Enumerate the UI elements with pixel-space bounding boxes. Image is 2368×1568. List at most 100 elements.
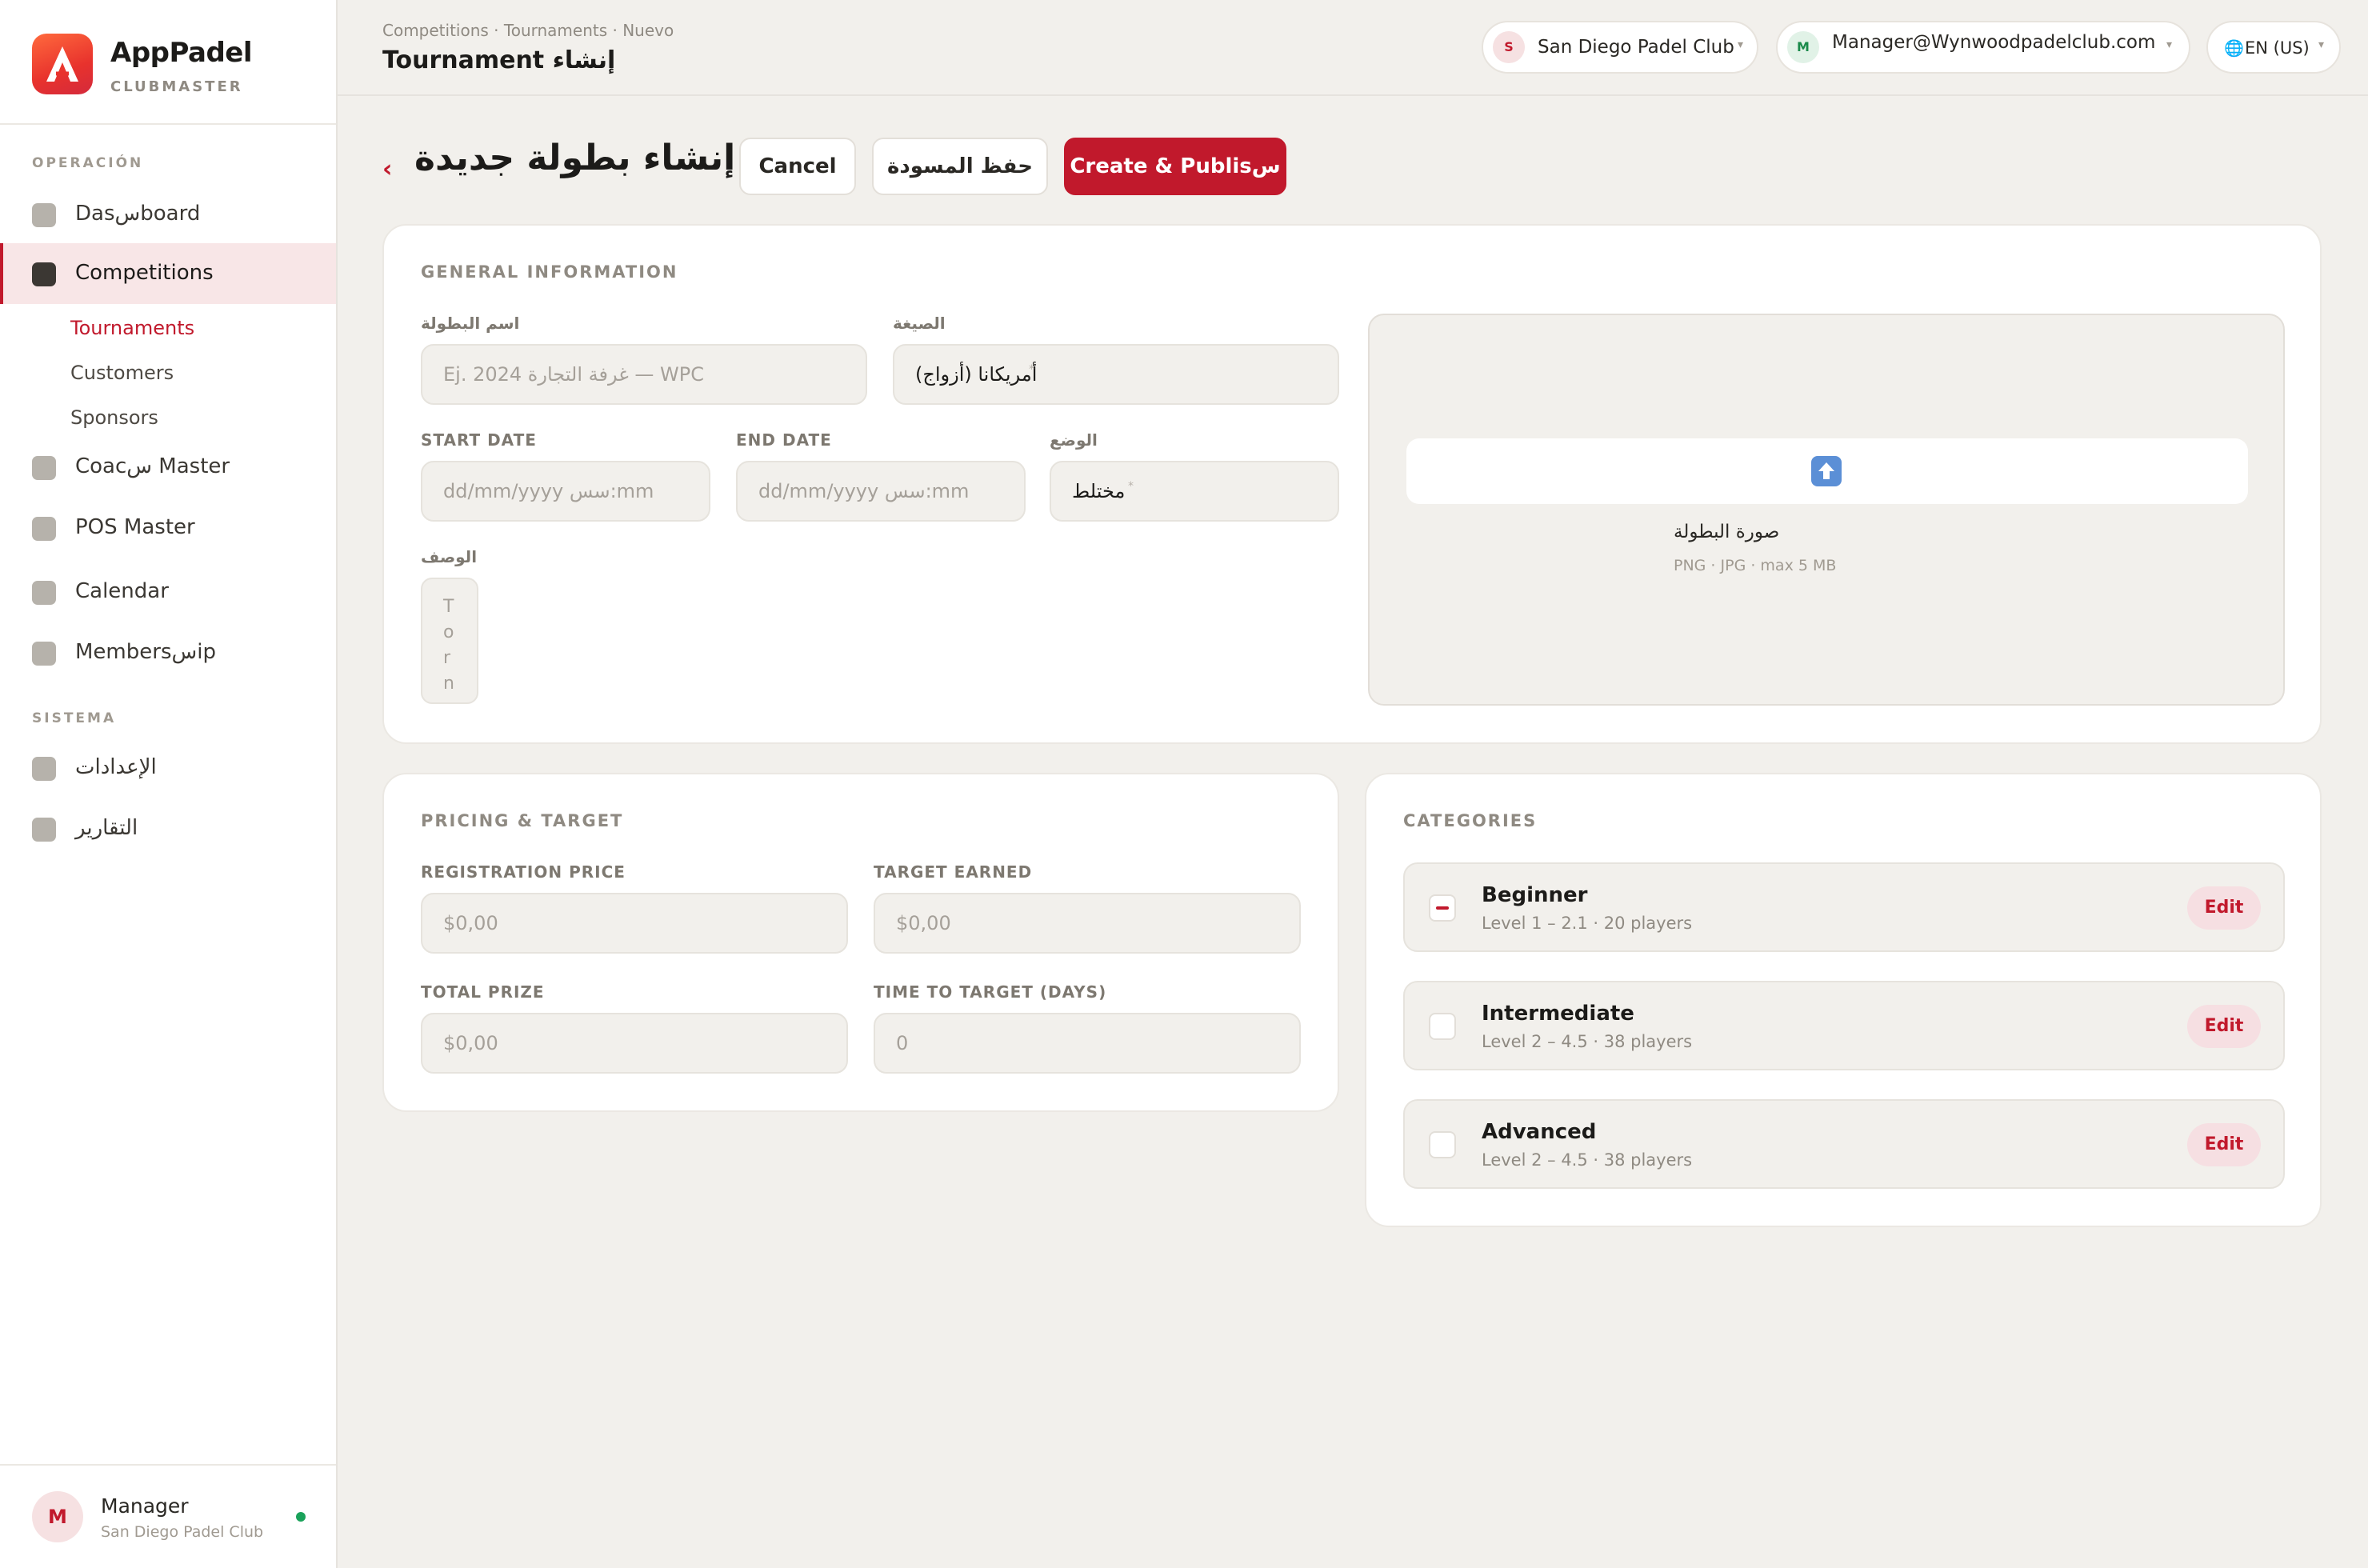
description-char: o bbox=[443, 622, 454, 642]
sidebar-item-settings[interactable]: الإعدادات bbox=[0, 738, 336, 798]
category-row-intermediate: Intermediate Level 2 – 4.5 · 38 players … bbox=[1403, 981, 2285, 1070]
category-checkbox[interactable] bbox=[1429, 1131, 1456, 1158]
category-row-beginner: Beginner Level 1 – 2.1 · 20 players Edit bbox=[1403, 862, 2285, 952]
description-textarea[interactable]: T o r n bbox=[421, 578, 478, 704]
registration-price-placeholder: $0,00 bbox=[443, 912, 498, 934]
user-club: San Diego Padel Club bbox=[101, 1523, 264, 1541]
online-status-icon bbox=[296, 1512, 306, 1522]
brand: AppPadel CLUBMASTER bbox=[0, 0, 336, 125]
sidebar-item-label: POS Master bbox=[75, 515, 195, 539]
sidebar-item-pos-master[interactable]: POS Master bbox=[0, 498, 336, 558]
target-earned-label: TARGET EARNED bbox=[874, 862, 1033, 882]
upload-title: صورة البطولة bbox=[1674, 522, 1780, 542]
category-meta: Level 1 – 2.1 · 20 players bbox=[1482, 914, 1693, 933]
upload-bar[interactable] bbox=[1406, 438, 2248, 504]
target-earned-input[interactable]: $0,00 bbox=[874, 893, 1301, 954]
section-label-operation: OPERACIÓN bbox=[32, 155, 144, 171]
category-meta: Level 2 – 4.5 · 38 players bbox=[1482, 1032, 1693, 1051]
categories-title: CATEGORIES bbox=[1403, 811, 1538, 830]
club-name: San Diego Padel Club bbox=[1538, 37, 1734, 58]
sidebar-item-label: Coacس Master bbox=[75, 454, 230, 478]
category-name: Advanced bbox=[1482, 1120, 1597, 1144]
sidebar-item-label: Competitions bbox=[75, 261, 214, 285]
club-selector[interactable]: S San Diego Padel Club ▾ bbox=[1482, 21, 1758, 74]
section-label-system: SISTEMA bbox=[32, 710, 117, 726]
tournament-name-input[interactable]: Ej. 2024 غرفة التجارة — WPC bbox=[421, 344, 867, 405]
account-avatar: M bbox=[1787, 31, 1819, 63]
apppadel-logo-icon[interactable] bbox=[32, 34, 93, 94]
settings-icon bbox=[32, 757, 56, 781]
breadcrumb: Competitions · Tournaments · Nuevo bbox=[382, 21, 674, 40]
category-row-advanced: Advanced Level 2 – 4.5 · 38 players Edit bbox=[1403, 1099, 2285, 1189]
sidebar-item-coach-master[interactable]: Coacس Master bbox=[0, 437, 336, 498]
sidebar: AppPadel CLUBMASTER OPERACIÓN Dasسboard … bbox=[0, 0, 338, 1568]
edit-category-button[interactable]: Edit bbox=[2187, 1005, 2261, 1048]
required-mark-icon: * bbox=[1128, 480, 1134, 493]
time-to-target-input[interactable]: 0 bbox=[874, 1013, 1301, 1074]
description-char: T bbox=[443, 597, 454, 617]
description-char: n bbox=[443, 674, 454, 694]
account-email: Manager@Wynwoodpadelclub.com bbox=[1832, 32, 2156, 53]
time-to-target-placeholder: 0 bbox=[896, 1032, 909, 1054]
sidebar-item-label: الإعدادات bbox=[75, 755, 157, 779]
coach-master-icon bbox=[32, 456, 56, 480]
end-date-placeholder: dd/mm/yyyy سس:mm bbox=[758, 480, 970, 502]
format-select[interactable]: أمريكانا (أزواج) * bbox=[893, 344, 1339, 405]
mode-select[interactable]: مختلط * bbox=[1050, 461, 1339, 522]
sidebar-item-calendar[interactable]: Calendar bbox=[0, 562, 336, 622]
chevron-down-icon: ▾ bbox=[2318, 38, 2325, 51]
total-prize-input[interactable]: $0,00 bbox=[421, 1013, 848, 1074]
topbar: Competitions · Tournaments · Nuevo Tourn… bbox=[338, 0, 2368, 96]
registration-price-label: REGISTRATION PRICE bbox=[421, 862, 626, 882]
category-name: Intermediate bbox=[1482, 1002, 1634, 1026]
upload-icon bbox=[1811, 456, 1842, 486]
calendar-icon bbox=[32, 581, 56, 605]
required-mark-icon: * bbox=[1029, 363, 1034, 376]
avatar: M bbox=[32, 1491, 83, 1542]
description-label: الوصف bbox=[421, 547, 478, 566]
reports-icon bbox=[32, 818, 56, 842]
back-chevron-icon[interactable]: ‹ bbox=[382, 155, 392, 183]
end-date-input[interactable]: dd/mm/yyyy سس:mm bbox=[736, 461, 1026, 522]
account-selector[interactable]: M Manager@Wynwoodpadelclub.com ▾ bbox=[1776, 21, 2190, 74]
category-meta: Level 2 – 4.5 · 38 players bbox=[1482, 1150, 1693, 1170]
format-value: أمريكانا (أزواج) bbox=[915, 363, 1038, 386]
tournament-name-placeholder: Ej. 2024 غرفة التجارة — WPC bbox=[443, 363, 704, 386]
cancel-button[interactable]: Cancel bbox=[739, 138, 856, 195]
sidebar-item-label: التقارير bbox=[75, 816, 138, 840]
sidebar-subitem-tournaments[interactable]: Tournaments bbox=[70, 317, 194, 339]
start-date-placeholder: dd/mm/yyyy سس:mm bbox=[443, 480, 654, 502]
create-publish-button[interactable]: Create & Publisس bbox=[1064, 138, 1286, 195]
sidebar-item-label: Dasسboard bbox=[75, 202, 201, 226]
pos-master-icon bbox=[32, 517, 56, 541]
image-upload-dropzone[interactable]: صورة البطولة PNG · JPG · max 5 MB bbox=[1368, 314, 2285, 706]
time-to-target-label: TIME TO TARGET (DAYS) bbox=[874, 982, 1107, 1002]
chevron-down-icon: ▾ bbox=[2166, 38, 2173, 51]
start-date-input[interactable]: dd/mm/yyyy سس:mm bbox=[421, 461, 710, 522]
category-checkbox[interactable] bbox=[1429, 1013, 1456, 1040]
page-title: Tournament إنشاء bbox=[382, 46, 616, 74]
brand-subtitle: CLUBMASTER bbox=[110, 78, 243, 95]
category-name: Beginner bbox=[1482, 883, 1588, 907]
end-date-label: END DATE bbox=[736, 430, 832, 450]
sidebar-item-competitions[interactable]: Competitions bbox=[0, 243, 336, 304]
sidebar-item-label: Membersسip bbox=[75, 640, 216, 664]
upload-hint: PNG · JPG · max 5 MB bbox=[1674, 557, 1837, 574]
registration-price-input[interactable]: $0,00 bbox=[421, 893, 848, 954]
language-selector[interactable]: 🌐 EN (US) ▾ bbox=[2206, 21, 2341, 74]
membership-icon bbox=[32, 642, 56, 666]
user-profile[interactable]: M Manager San Diego Padel Club bbox=[0, 1464, 336, 1568]
competitions-icon bbox=[32, 262, 56, 286]
sidebar-subitem-customers[interactable]: Customers bbox=[70, 362, 174, 384]
sidebar-item-dashboard[interactable]: Dasسboard bbox=[0, 184, 336, 245]
edit-category-button[interactable]: Edit bbox=[2187, 1123, 2261, 1166]
sidebar-subitem-sponsors[interactable]: Sponsors bbox=[70, 406, 158, 429]
sidebar-item-reports[interactable]: التقارير bbox=[0, 798, 336, 859]
description-char: r bbox=[443, 648, 451, 668]
sidebar-item-membership[interactable]: Membersسip bbox=[0, 622, 336, 683]
category-checkbox[interactable] bbox=[1429, 894, 1456, 922]
format-label: الصيغة bbox=[893, 314, 946, 333]
edit-category-button[interactable]: Edit bbox=[2187, 886, 2261, 930]
general-information-title: GENERAL INFORMATION bbox=[421, 262, 678, 282]
save-draft-button[interactable]: حفظ المسودة bbox=[872, 138, 1048, 195]
